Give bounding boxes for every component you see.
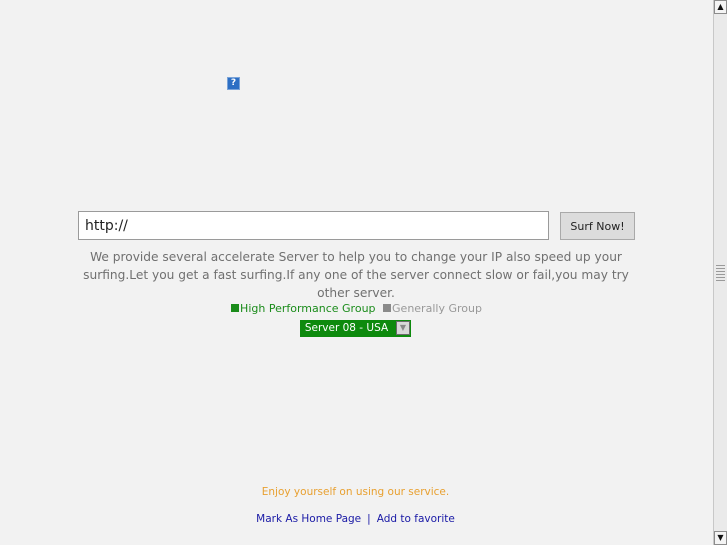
mark-home-page-link[interactable]: Mark As Home Page xyxy=(256,513,361,525)
surf-now-button[interactable]: Surf Now! xyxy=(560,212,635,240)
footer-links: Mark As Home Page | Add to favorite xyxy=(0,513,711,525)
server-select[interactable]: Server 08 - USA ▼ xyxy=(300,320,411,337)
scroll-down-icon[interactable]: ▼ xyxy=(714,531,727,545)
server-group-legend: High Performance Group Generally Group xyxy=(0,302,713,316)
legend-generally[interactable]: Generally Group xyxy=(383,302,482,316)
scroll-up-icon[interactable]: ▲ xyxy=(714,0,727,14)
legend-high-performance-label: High Performance Group xyxy=(240,302,376,315)
url-input[interactable] xyxy=(78,211,549,240)
dropdown-arrow-icon[interactable]: ▼ xyxy=(396,321,410,335)
vertical-scrollbar[interactable]: ▲ ▼ xyxy=(713,0,727,545)
service-description: We provide several accelerate Server to … xyxy=(83,250,629,300)
help-icon[interactable]: ? xyxy=(227,77,240,90)
link-separator: | xyxy=(367,513,371,525)
scroll-grip[interactable] xyxy=(716,265,725,283)
server-select-value: Server 08 - USA xyxy=(304,322,389,334)
add-favorite-link[interactable]: Add to favorite xyxy=(377,513,455,525)
gray-square-icon xyxy=(383,304,392,312)
legend-high-performance[interactable]: High Performance Group xyxy=(231,302,376,316)
green-square-icon xyxy=(231,304,240,312)
legend-generally-label: Generally Group xyxy=(392,302,482,315)
enjoy-message: Enjoy yourself on using our service. xyxy=(261,486,450,498)
